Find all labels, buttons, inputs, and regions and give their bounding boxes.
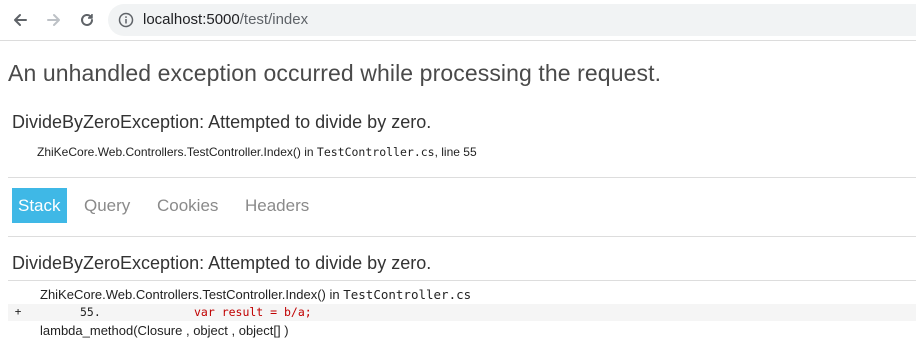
exception-title: DivideByZeroException: Attempted to divi… [12,112,432,132]
address-bar[interactable]: localhost:5000/test/index [108,4,916,36]
error-line-code: var result = b/a; [194,305,312,319]
forward-button[interactable] [42,8,66,32]
tab-query[interactable]: Query [78,188,136,223]
error-page: An unhandled exception occurred while pr… [0,41,916,338]
divider [8,280,916,281]
back-arrow-icon [12,12,28,28]
back-button[interactable] [8,8,32,32]
info-icon[interactable] [118,12,134,28]
source-code-line: + 55. var result = b/a; [8,304,916,321]
stack-frame-location[interactable]: ZhiKeCore.Web.Controllers.TestController… [40,287,471,302]
exception-file: TestController.cs [316,145,435,159]
reload-icon [79,12,95,28]
expand-button[interactable]: + [12,305,24,319]
url-host: localhost:5000 [143,11,240,28]
divider [8,236,916,237]
tab-stack[interactable]: Stack [12,188,67,223]
stack-exception-title: DivideByZeroException: Attempted to divi… [12,253,432,273]
frame-file: TestController.cs [343,287,472,302]
line-number: 55. [80,305,101,319]
url-text[interactable]: localhost:5000/test/index [143,11,308,28]
tab-cookies[interactable]: Cookies [151,188,224,223]
url-path: /test/index [239,11,309,28]
frame-method: ZhiKeCore.Web.Controllers.TestController… [40,287,344,302]
forward-arrow-icon [46,12,62,28]
page-title: An unhandled exception occurred while pr… [8,60,662,86]
exception-location: ZhiKeCore.Web.Controllers.TestController… [37,145,477,159]
reload-button[interactable] [75,8,99,32]
divider [8,177,916,178]
exception-line: , line 55 [434,145,477,159]
browser-toolbar: localhost:5000/test/index [0,0,916,41]
exception-method: ZhiKeCore.Web.Controllers.TestController… [37,145,317,159]
tab-headers[interactable]: Headers [239,188,315,223]
